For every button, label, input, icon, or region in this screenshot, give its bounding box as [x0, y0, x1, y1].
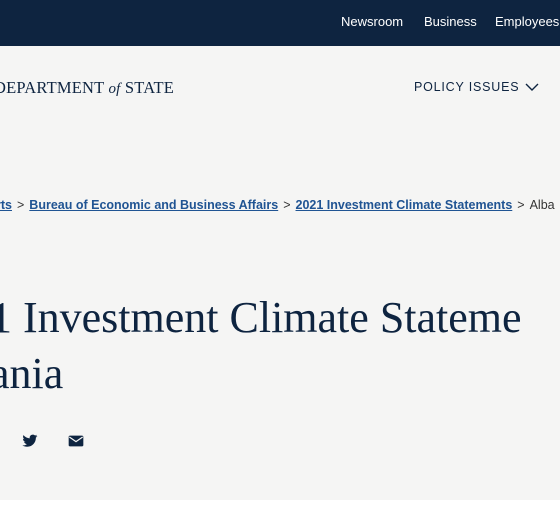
- employees-link[interactable]: Employees: [495, 14, 559, 29]
- brand-text-department: DEPARTMENT: [0, 78, 105, 97]
- breadcrumb-separator: >: [16, 198, 25, 212]
- chevron-down-icon: [525, 83, 539, 91]
- twitter-icon[interactable]: [22, 434, 38, 448]
- page-title: 1 Investment Climate Stateme ania: [0, 290, 522, 402]
- breadcrumb-separator: >: [517, 198, 525, 212]
- breadcrumb-separator: >: [283, 198, 291, 212]
- top-bar: Newsroom Business Employees: [0, 0, 560, 46]
- email-icon[interactable]: [68, 434, 84, 448]
- page-title-line-1: 1 Investment Climate Stateme: [0, 293, 522, 342]
- breadcrumb-current: Alba: [529, 198, 555, 212]
- policy-issues-label: POLICY ISSUES: [414, 80, 520, 94]
- breadcrumb-2021-investment-climate-statements[interactable]: 2021 Investment Climate Statements: [296, 198, 513, 212]
- newsroom-link[interactable]: Newsroom: [341, 14, 403, 29]
- policy-issues-menu[interactable]: POLICY ISSUES: [414, 80, 539, 94]
- brand-text-state: STATE: [124, 78, 175, 97]
- breadcrumb-reports[interactable]: rts: [0, 198, 12, 212]
- content-area-edge: [0, 500, 560, 516]
- breadcrumb: rts > Bureau of Economic and Business Affa…: [0, 198, 555, 212]
- page-title-line-2: ania: [0, 349, 64, 398]
- brand-text-of: of: [108, 81, 121, 97]
- department-of-state-logo[interactable]: DEPARTMENT of STATE: [0, 78, 174, 98]
- breadcrumb-bureau-economic-business-affairs[interactable]: Bureau of Economic and Business Affairs: [29, 198, 278, 212]
- business-link[interactable]: Business: [424, 14, 477, 29]
